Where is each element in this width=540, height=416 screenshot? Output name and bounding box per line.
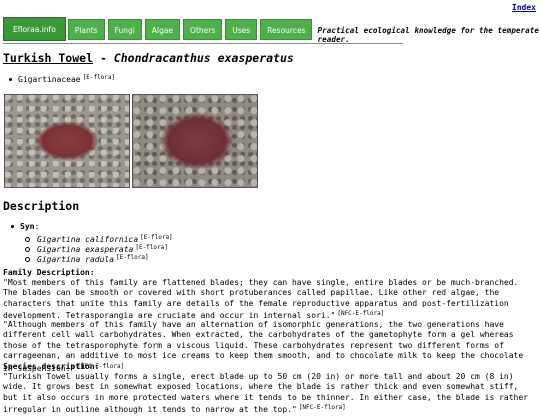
synonyms-section: Syn: Gigartina californica [E-flora] Giga… xyxy=(11,222,173,264)
synonyms-label-colon: : xyxy=(34,222,40,231)
description-heading: Description xyxy=(3,199,80,213)
synonym-item: Gigartina californica [E-flora] xyxy=(25,233,173,244)
synonym-ref: [E-flora] xyxy=(116,254,149,261)
synonyms-label: Syn xyxy=(20,222,35,231)
species-description-ref: [NFC-E-flora] xyxy=(298,404,346,412)
nav-others-button[interactable]: Others xyxy=(183,18,223,40)
synonym-ref: [E-flora] xyxy=(140,234,173,241)
nav-fungi-button[interactable]: Fungi xyxy=(107,18,142,40)
family-description-ref-1: [NFC-E-flora] xyxy=(337,310,385,318)
synonym-item: Gigartina exasperata [E-flora] xyxy=(25,243,173,254)
species-photo-1[interactable] xyxy=(4,94,130,188)
family-ref: [E-flora] xyxy=(82,74,116,81)
species-description-label: Species description: xyxy=(3,362,100,371)
synonyms-list: Gigartina californica [E-flora] Gigartina… xyxy=(25,233,173,264)
family-description-label: Family Description: xyxy=(3,268,95,277)
page-title: Turkish Towel - Chondracanthus exasperat… xyxy=(3,51,294,65)
circle-bullet-icon xyxy=(25,237,30,242)
nav-uses-button[interactable]: Uses xyxy=(225,18,258,40)
circle-bullet-icon xyxy=(25,247,30,252)
species-description-paragraph: "Turkish Towel usually forms a single, e… xyxy=(3,372,537,416)
family-description-paragraph-1: "Most members of this family are flatten… xyxy=(3,278,537,322)
nav-plants-button[interactable]: Plants xyxy=(67,18,105,40)
nav-algae-button[interactable]: Algae xyxy=(144,18,181,40)
synonym-ref: [E-flora] xyxy=(135,244,168,251)
family-item: Gigartinaceae [E-flora] xyxy=(9,74,115,84)
bullet-icon xyxy=(9,78,12,81)
header-divider xyxy=(3,43,403,44)
index-link[interactable]: Index xyxy=(512,3,536,12)
circle-bullet-icon xyxy=(25,257,30,262)
bullet-icon xyxy=(11,225,14,228)
family-description-text-1: "Most members of this family are flatten… xyxy=(3,278,519,321)
species-photo-2[interactable] xyxy=(132,94,258,188)
common-name: Turkish Towel xyxy=(3,51,94,65)
title-separator: - xyxy=(93,51,114,65)
main-navigation: Efloraa.info Plants Fungi Algae Others U… xyxy=(3,14,540,44)
family-name: Gigartinaceae xyxy=(18,75,81,84)
synonym-item: Gigartina radula [E-flora] xyxy=(25,253,173,264)
site-tagline: Practical ecological knowledge for the t… xyxy=(317,26,540,44)
species-description-text: "Turkish Towel usually forms a single, e… xyxy=(3,372,528,415)
photo-gallery xyxy=(4,94,258,188)
nav-resources-button[interactable]: Resources xyxy=(260,18,313,40)
scientific-name: Chondracanthus exasperatus xyxy=(113,51,294,65)
nav-home-button[interactable]: Efloraa.info xyxy=(3,17,66,41)
synonym-name: Gigartina radula xyxy=(37,255,115,264)
